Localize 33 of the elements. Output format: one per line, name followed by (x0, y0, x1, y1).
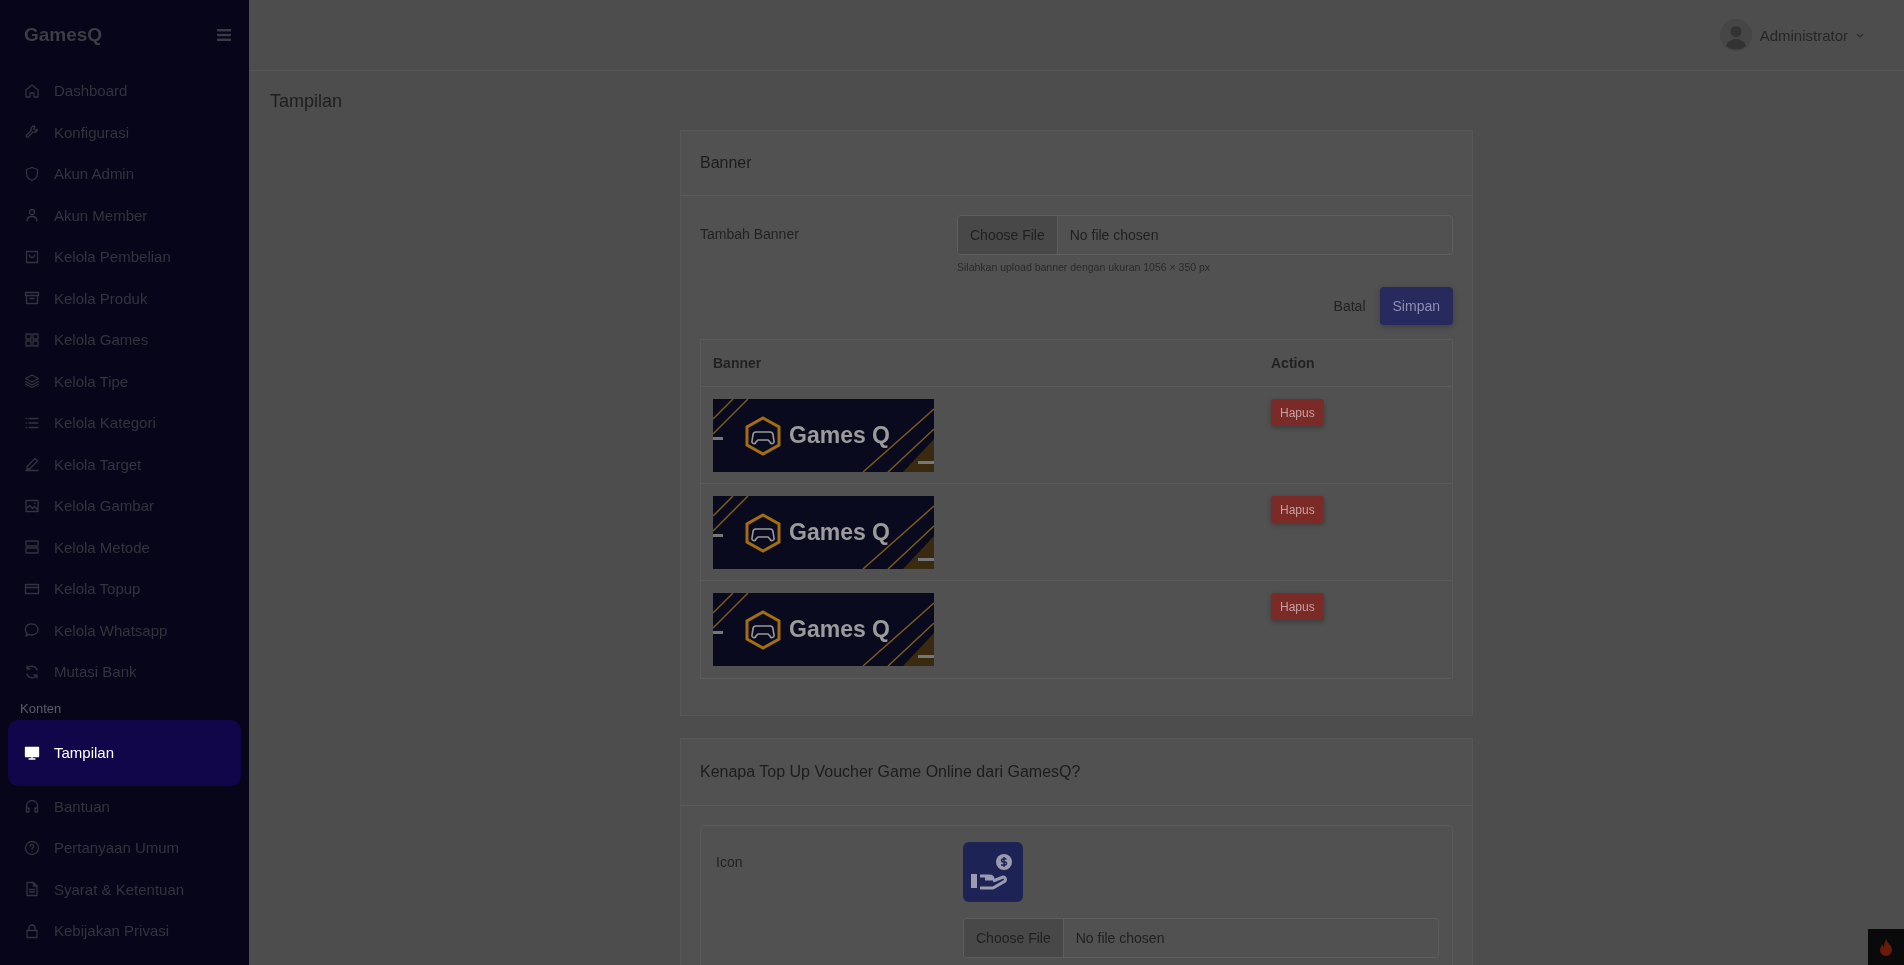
help-icon (24, 839, 40, 856)
sidebar-item[interactable]: Tampilan (8, 719, 241, 786)
menu-icon[interactable] (217, 29, 231, 41)
sidebar-section-label: Konten (19, 699, 63, 718)
wrench-icon (24, 124, 40, 141)
home-icon (24, 82, 40, 99)
hand-coin-icon (963, 842, 1023, 902)
bag-icon (24, 248, 40, 265)
layers-icon (24, 373, 40, 390)
banner-image: Games Q (713, 399, 934, 472)
sync-icon (24, 663, 40, 680)
banner-image: Games Q (713, 496, 934, 569)
caret-icon (1856, 32, 1864, 38)
delete-button[interactable]: Hapus (1271, 496, 1324, 523)
doc-icon (24, 881, 40, 898)
save-button[interactable]: Simpan (1379, 287, 1453, 325)
shield-icon (24, 165, 40, 182)
image-icon (24, 497, 40, 514)
grid-icon (24, 331, 40, 348)
headset-icon (24, 798, 40, 815)
archive-icon (24, 290, 40, 307)
server-icon (24, 539, 40, 556)
delete-button[interactable]: Hapus (1271, 593, 1324, 620)
delete-button[interactable]: Hapus (1271, 399, 1324, 426)
chat-icon (24, 622, 40, 639)
pen-icon (24, 456, 40, 473)
debug-toolbar-button[interactable] (1868, 929, 1904, 965)
monitor-icon (24, 744, 40, 761)
banner-image: Games Q (713, 593, 934, 666)
lock-icon (24, 922, 40, 939)
user-icon (24, 207, 40, 224)
flame-icon (1879, 938, 1893, 956)
avatar-icon (1719, 19, 1752, 51)
